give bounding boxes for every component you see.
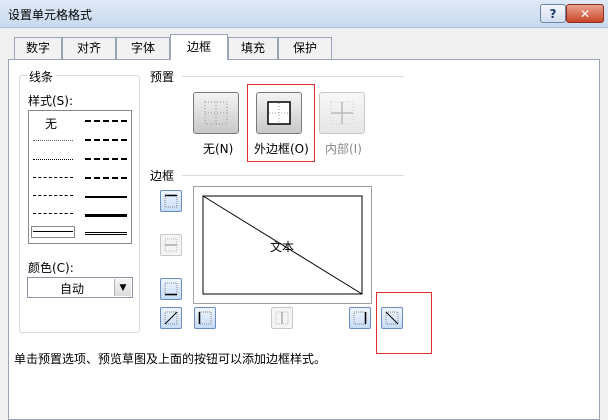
preset-none-icon	[204, 101, 228, 125]
color-value: 自动	[59, 282, 84, 296]
line-style-dotted[interactable]	[33, 159, 73, 160]
line-style-thick[interactable]	[85, 214, 127, 217]
preset-inside-button[interactable]	[319, 92, 365, 134]
tab-font[interactable]: 字体	[116, 37, 170, 59]
border-top-icon	[164, 194, 178, 208]
border-right-button[interactable]	[349, 307, 371, 329]
border-inside-vertical-button[interactable]	[271, 307, 293, 329]
border-top-button[interactable]	[160, 190, 182, 212]
hint-text: 单击预置选项、预览草图及上面的按钮可以添加边框样式。	[14, 352, 327, 366]
color-label: 颜色(C):	[28, 261, 74, 275]
line-style-dashed[interactable]	[33, 213, 73, 214]
diagonal-up-icon	[164, 311, 178, 325]
border-left-icon	[198, 311, 212, 325]
line-style-double[interactable]	[85, 232, 127, 235]
line-style-slanted-dash-dot[interactable]	[85, 139, 127, 141]
preset-inside-icon	[330, 101, 354, 125]
diagonal-highlight-box	[376, 292, 432, 354]
color-select[interactable]: 自动 ▼	[27, 277, 133, 298]
border-inside-horizontal-button[interactable]	[160, 234, 182, 256]
line-style-dash-dot-dot[interactable]	[33, 177, 73, 178]
tab-number[interactable]: 数字	[14, 37, 62, 59]
border-preview[interactable]: 文本	[193, 186, 372, 304]
presets-label: 预置	[150, 70, 175, 84]
line-style-hair[interactable]	[33, 140, 73, 141]
line-style-medium-dashed[interactable]	[85, 177, 127, 179]
preset-none-button[interactable]	[193, 92, 239, 134]
tab-protection[interactable]: 保护	[278, 37, 332, 59]
line-style-list[interactable]: 无	[28, 110, 132, 244]
line-style-none[interactable]: 无	[45, 115, 57, 132]
chevron-down-icon[interactable]: ▼	[114, 279, 131, 296]
line-style-medium-dash-dot-dot[interactable]	[85, 120, 127, 122]
border-left-button[interactable]	[194, 307, 216, 329]
line-style-medium-dash-dot[interactable]	[85, 158, 127, 160]
window-title: 设置单元格格式	[8, 8, 93, 22]
border-divider	[182, 175, 404, 176]
border-diagonal-up-button[interactable]	[160, 307, 182, 329]
style-label: 样式(S):	[28, 94, 74, 108]
help-button[interactable]: ?	[540, 4, 566, 23]
presets-divider	[182, 76, 404, 77]
line-style-selection	[31, 226, 75, 238]
preset-outline-label: 外边框(O)	[254, 142, 309, 156]
tab-alignment[interactable]: 对齐	[62, 37, 116, 59]
tab-border[interactable]: 边框	[170, 34, 228, 60]
border-right-icon	[353, 311, 367, 325]
line-group-label: 线条	[27, 68, 56, 85]
border-bottom-button[interactable]	[160, 278, 182, 300]
border-label: 边框	[150, 169, 175, 183]
tab-fill[interactable]: 填充	[228, 37, 278, 59]
border-inside-vertical-icon	[275, 311, 289, 325]
close-button[interactable]: ✕	[566, 4, 604, 23]
border-bottom-icon	[164, 282, 178, 296]
line-style-medium[interactable]	[85, 196, 127, 198]
border-inside-horizontal-icon	[164, 238, 178, 252]
line-style-dash-dot[interactable]	[33, 195, 73, 196]
preset-none-label: 无(N)	[203, 142, 234, 156]
preview-text: 文本	[270, 240, 295, 254]
preset-inside-label: 内部(I)	[325, 142, 362, 156]
